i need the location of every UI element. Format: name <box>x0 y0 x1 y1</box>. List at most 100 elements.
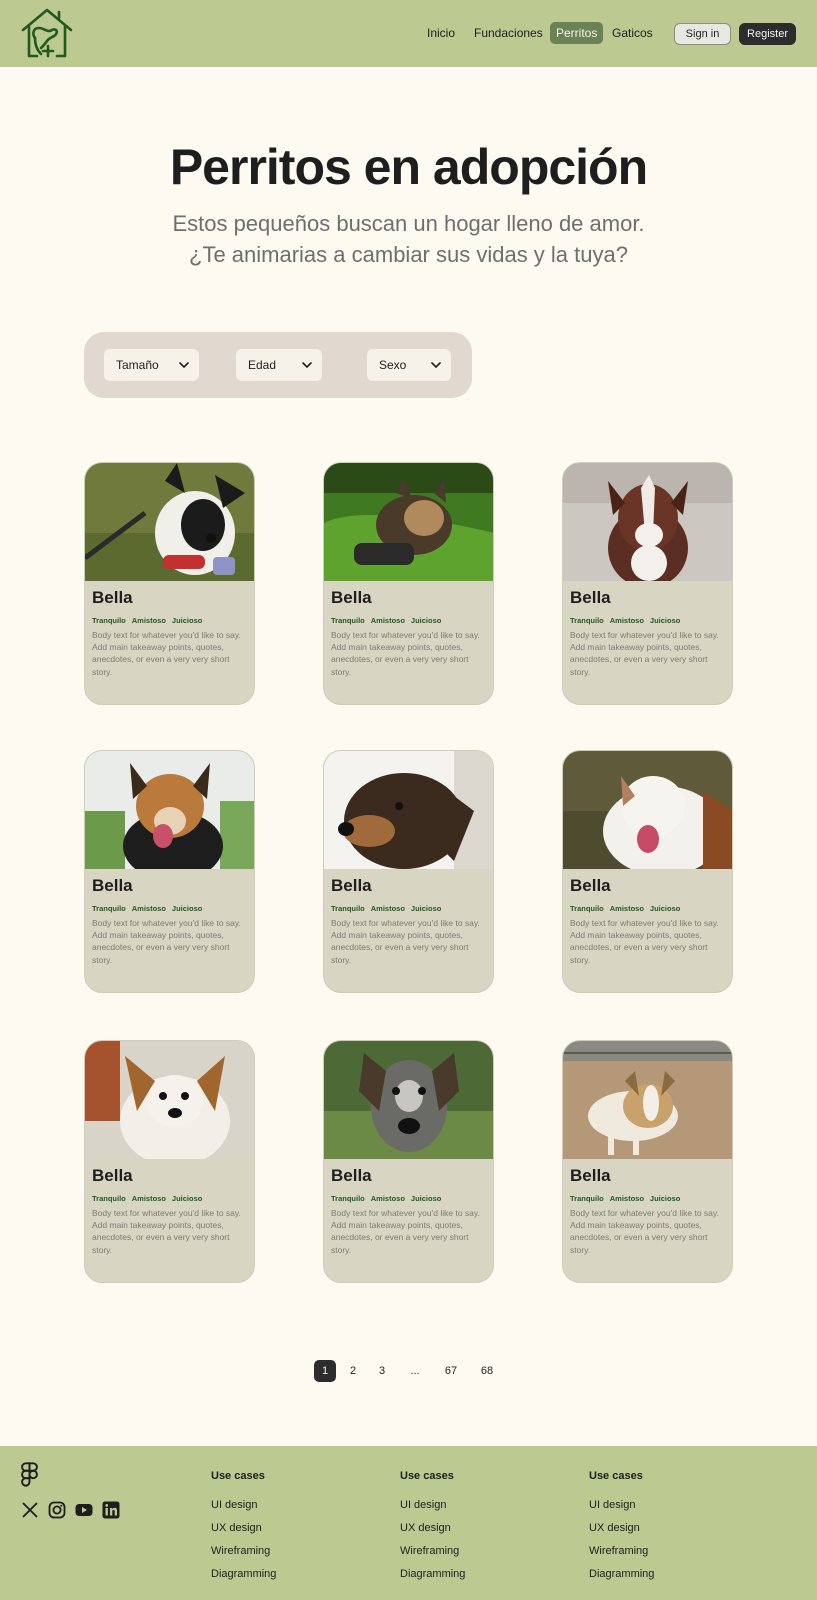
trait-tag: Amistoso <box>131 904 166 913</box>
dog-name: Bella <box>331 1166 372 1185</box>
chevron-down-icon <box>179 362 189 369</box>
x-icon[interactable] <box>21 1501 39 1519</box>
dog-name: Bella <box>570 588 611 607</box>
footer-column-title: Use cases <box>400 1470 454 1482</box>
footer-link[interactable]: Wireframing <box>589 1545 749 1568</box>
footer-column-3: Use cases UI design UX design Wireframin… <box>589 1470 749 1591</box>
dog-photo <box>85 463 254 581</box>
footer-link[interactable]: UI design <box>400 1499 560 1522</box>
trait-tag: Tranquilo <box>570 1194 604 1203</box>
age-filter-label: Edad <box>248 358 277 372</box>
footer-link[interactable]: Diagramming <box>589 1568 749 1591</box>
dog-photo <box>324 1041 493 1159</box>
page-title: Perritos en adopción <box>169 139 648 195</box>
dog-description: Body text for whatever you'd like to say… <box>570 1208 719 1255</box>
trait-tag: Tranquilo <box>92 904 126 913</box>
dog-card[interactable]: Bella Tranquilo Amistoso Juicioso Body tex… <box>562 1040 733 1283</box>
dog-name: Bella <box>570 1166 611 1185</box>
dog-traits: Tranquilo Amistoso Juicioso <box>331 1194 447 1203</box>
sex-filter-select[interactable]: Sexo <box>367 349 451 381</box>
trait-tag: Amistoso <box>370 616 405 625</box>
dog-description: Body text for whatever you'd like to say… <box>92 918 241 965</box>
trait-tag: Tranquilo <box>331 1194 365 1203</box>
page-subtitle-line-1: Estos pequeños buscan un hogar lleno de … <box>172 211 645 236</box>
footer-link[interactable]: UI design <box>211 1499 371 1522</box>
sign-in-button[interactable]: Sign in <box>674 23 731 45</box>
chevron-down-icon <box>302 362 312 369</box>
trait-tag: Amistoso <box>131 616 166 625</box>
trait-tag: Amistoso <box>370 904 405 913</box>
trait-tag: Amistoso <box>131 1194 166 1203</box>
page-button-68[interactable]: 68 <box>476 1360 498 1382</box>
dog-name: Bella <box>331 876 372 895</box>
footer-link[interactable]: Diagramming <box>211 1568 371 1591</box>
figma-logo-icon[interactable] <box>21 1462 38 1488</box>
trait-tag: Juicioso <box>410 616 442 625</box>
dog-card[interactable]: Bella Tranquilo Amistoso Juicioso Body tex… <box>562 462 733 705</box>
page-button-67[interactable]: 67 <box>440 1360 462 1382</box>
nav-fundaciones[interactable]: Fundaciones <box>468 22 549 44</box>
register-button[interactable]: Register <box>739 23 796 45</box>
nav-inicio[interactable]: Inicio <box>421 22 461 44</box>
trait-tag: Juicioso <box>410 1194 442 1203</box>
dog-traits: Tranquilo Amistoso Juicioso <box>570 904 686 913</box>
dog-description: Body text for whatever you'd like to say… <box>331 1208 480 1255</box>
dog-card[interactable]: Bella Tranquilo Amistoso Juicioso Body tex… <box>562 750 733 993</box>
dog-description: Body text for whatever you'd like to say… <box>92 630 241 677</box>
trait-tag: Juicioso <box>171 616 203 625</box>
dog-traits: Tranquilo Amistoso Juicioso <box>331 904 447 913</box>
chevron-down-icon <box>431 362 441 369</box>
footer-link[interactable]: UX design <box>211 1522 371 1545</box>
trait-tag: Tranquilo <box>92 616 126 625</box>
dog-card[interactable]: Bella Tranquilo Amistoso Juicioso Body tex… <box>323 1040 494 1283</box>
dog-name: Bella <box>92 588 133 607</box>
trait-tag: Juicioso <box>171 1194 203 1203</box>
dog-card[interactable]: Bella Tranquilo Amistoso Juicioso Body tex… <box>323 462 494 705</box>
dog-photo <box>563 751 732 869</box>
dog-description: Body text for whatever you'd like to say… <box>570 630 719 677</box>
dog-card[interactable]: Bella Tranquilo Amistoso Juicioso Body tex… <box>84 462 255 705</box>
dog-card[interactable]: Bella Tranquilo Amistoso Juicioso Body tex… <box>323 750 494 993</box>
pagination: 1 2 3 ... 67 68 <box>0 1360 817 1382</box>
dog-description: Body text for whatever you'd like to say… <box>92 1208 241 1255</box>
page-button-3[interactable]: 3 <box>371 1360 393 1382</box>
footer-link[interactable]: UX design <box>400 1522 560 1545</box>
trait-tag: Juicioso <box>649 904 681 913</box>
dog-name: Bella <box>92 1166 133 1185</box>
site-footer: Use cases UI design UX design Wireframin… <box>0 1446 817 1600</box>
trait-tag: Juicioso <box>410 904 442 913</box>
linkedin-icon[interactable] <box>102 1501 120 1519</box>
footer-column-2: Use cases UI design UX design Wireframin… <box>400 1470 560 1591</box>
footer-link[interactable]: Wireframing <box>400 1545 560 1568</box>
dog-name: Bella <box>331 588 372 607</box>
dog-photo <box>324 751 493 869</box>
footer-link[interactable]: Diagramming <box>400 1568 560 1591</box>
dog-traits: Tranquilo Amistoso Juicioso <box>92 1194 208 1203</box>
dog-description: Body text for whatever you'd like to say… <box>570 918 719 965</box>
footer-link[interactable]: Wireframing <box>211 1545 371 1568</box>
page-button-2[interactable]: 2 <box>342 1360 364 1382</box>
dog-photo <box>563 1041 732 1159</box>
trait-tag: Amistoso <box>609 1194 644 1203</box>
dog-card[interactable]: Bella Tranquilo Amistoso Juicioso Body tex… <box>84 750 255 993</box>
page-ellipsis: ... <box>410 1365 420 1377</box>
dog-description: Body text for whatever you'd like to say… <box>331 918 480 965</box>
footer-column-title: Use cases <box>589 1470 643 1482</box>
footer-link[interactable]: UX design <box>589 1522 749 1545</box>
age-filter-select[interactable]: Edad <box>236 349 322 381</box>
footer-column-1: Use cases UI design UX design Wireframin… <box>211 1470 371 1591</box>
instagram-icon[interactable] <box>48 1501 66 1519</box>
footer-link[interactable]: UI design <box>589 1499 749 1522</box>
page-subtitle: Estos pequeños buscan un hogar lleno de … <box>0 208 817 270</box>
page-button-1[interactable]: 1 <box>314 1360 336 1382</box>
nav-gaticos[interactable]: Gaticos <box>606 22 659 44</box>
dog-photo <box>324 463 493 581</box>
dog-photo <box>85 1041 254 1159</box>
site-header: Inicio Fundaciones Perritos Gaticos Sign… <box>0 0 817 67</box>
nav-perritos[interactable]: Perritos <box>550 22 604 44</box>
dog-name: Bella <box>570 876 611 895</box>
size-filter-select[interactable]: Tamaño <box>104 349 199 381</box>
trait-tag: Tranquilo <box>92 1194 126 1203</box>
dog-card[interactable]: Bella Tranquilo Amistoso Juicioso Body tex… <box>84 1040 255 1283</box>
youtube-icon[interactable] <box>75 1501 93 1519</box>
